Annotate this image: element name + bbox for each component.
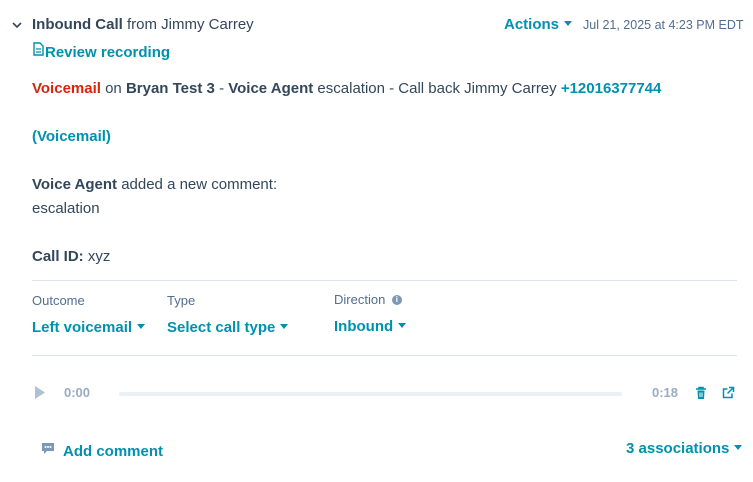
summary-message: escalation - Call back Jimmy Carrey: [317, 80, 557, 97]
from-word: from: [127, 16, 157, 33]
contact-name: Jimmy Carrey: [161, 16, 254, 33]
audio-progress-track[interactable]: [119, 392, 622, 396]
voice-agent-label: Voice Agent: [228, 80, 314, 97]
collapse-chevron-icon[interactable]: [11, 18, 23, 30]
duration: 0:18: [652, 385, 679, 400]
caret-down-icon: [137, 323, 146, 329]
comment-header: Voice Agent added a new comment:: [32, 176, 277, 193]
activity-timestamp: Jul 21, 2025 at 4:23 PM EDT: [583, 18, 744, 32]
associations-label: 3 associations: [626, 440, 730, 457]
review-recording-link[interactable]: Review recording: [33, 42, 171, 62]
divider-bottom: [32, 355, 737, 356]
activity-type: Inbound Call: [32, 16, 123, 33]
external-link-icon[interactable]: [722, 386, 735, 404]
voicemail-link[interactable]: (Voicemail): [32, 128, 111, 145]
call-type-dropdown[interactable]: Select call type: [167, 319, 289, 336]
divider-top: [32, 280, 737, 281]
caret-down-icon: [280, 323, 289, 329]
call-id: Call ID: xyz: [32, 248, 110, 265]
dash: -: [219, 80, 225, 97]
direction-label: Direction: [334, 292, 386, 307]
direction-dropdown[interactable]: Inbound: [334, 318, 407, 335]
outcome-value: Left voicemail: [32, 319, 133, 336]
outcome-dropdown[interactable]: Left voicemail: [32, 319, 146, 336]
caret-down-icon: [734, 444, 743, 450]
direction-value: Inbound: [334, 318, 394, 335]
phone-link[interactable]: +12016377744: [561, 80, 662, 97]
caret-down-icon: [564, 20, 573, 26]
comment-author: Voice Agent: [32, 176, 118, 193]
call-id-label: Call ID:: [32, 248, 84, 265]
actions-dropdown[interactable]: Actions: [504, 16, 573, 33]
voicemail-tag: Voicemail: [32, 80, 101, 97]
agent-name: Bryan Test 3: [125, 80, 215, 97]
caret-down-icon: [398, 322, 407, 328]
actions-label: Actions: [504, 16, 560, 33]
direction-label-wrap: Direction i: [334, 292, 402, 307]
review-recording-label: Review recording: [45, 44, 171, 61]
outcome-label: Outcome: [32, 293, 85, 308]
type-label: Type: [167, 293, 196, 308]
call-summary: Voicemail on Bryan Test 3 - Voice Agent …: [32, 80, 661, 97]
comment-text: escalation: [32, 200, 100, 217]
add-comment-label: Add comment: [63, 443, 164, 460]
activity-title: Inbound Call from Jimmy Carrey: [32, 16, 254, 33]
document-icon: [33, 42, 44, 60]
comment-icon: [41, 442, 55, 459]
current-time: 0:00: [64, 385, 91, 400]
comment-action: added a new comment:: [121, 176, 278, 193]
call-type-value: Select call type: [167, 319, 276, 336]
call-id-value: xyz: [87, 248, 111, 265]
add-comment-button[interactable]: Add comment: [41, 442, 164, 461]
on-word: on: [105, 80, 122, 97]
play-icon[interactable]: [34, 385, 46, 405]
info-icon[interactable]: i: [391, 294, 402, 305]
associations-dropdown[interactable]: 3 associations: [626, 440, 743, 457]
trash-icon[interactable]: [695, 386, 707, 405]
